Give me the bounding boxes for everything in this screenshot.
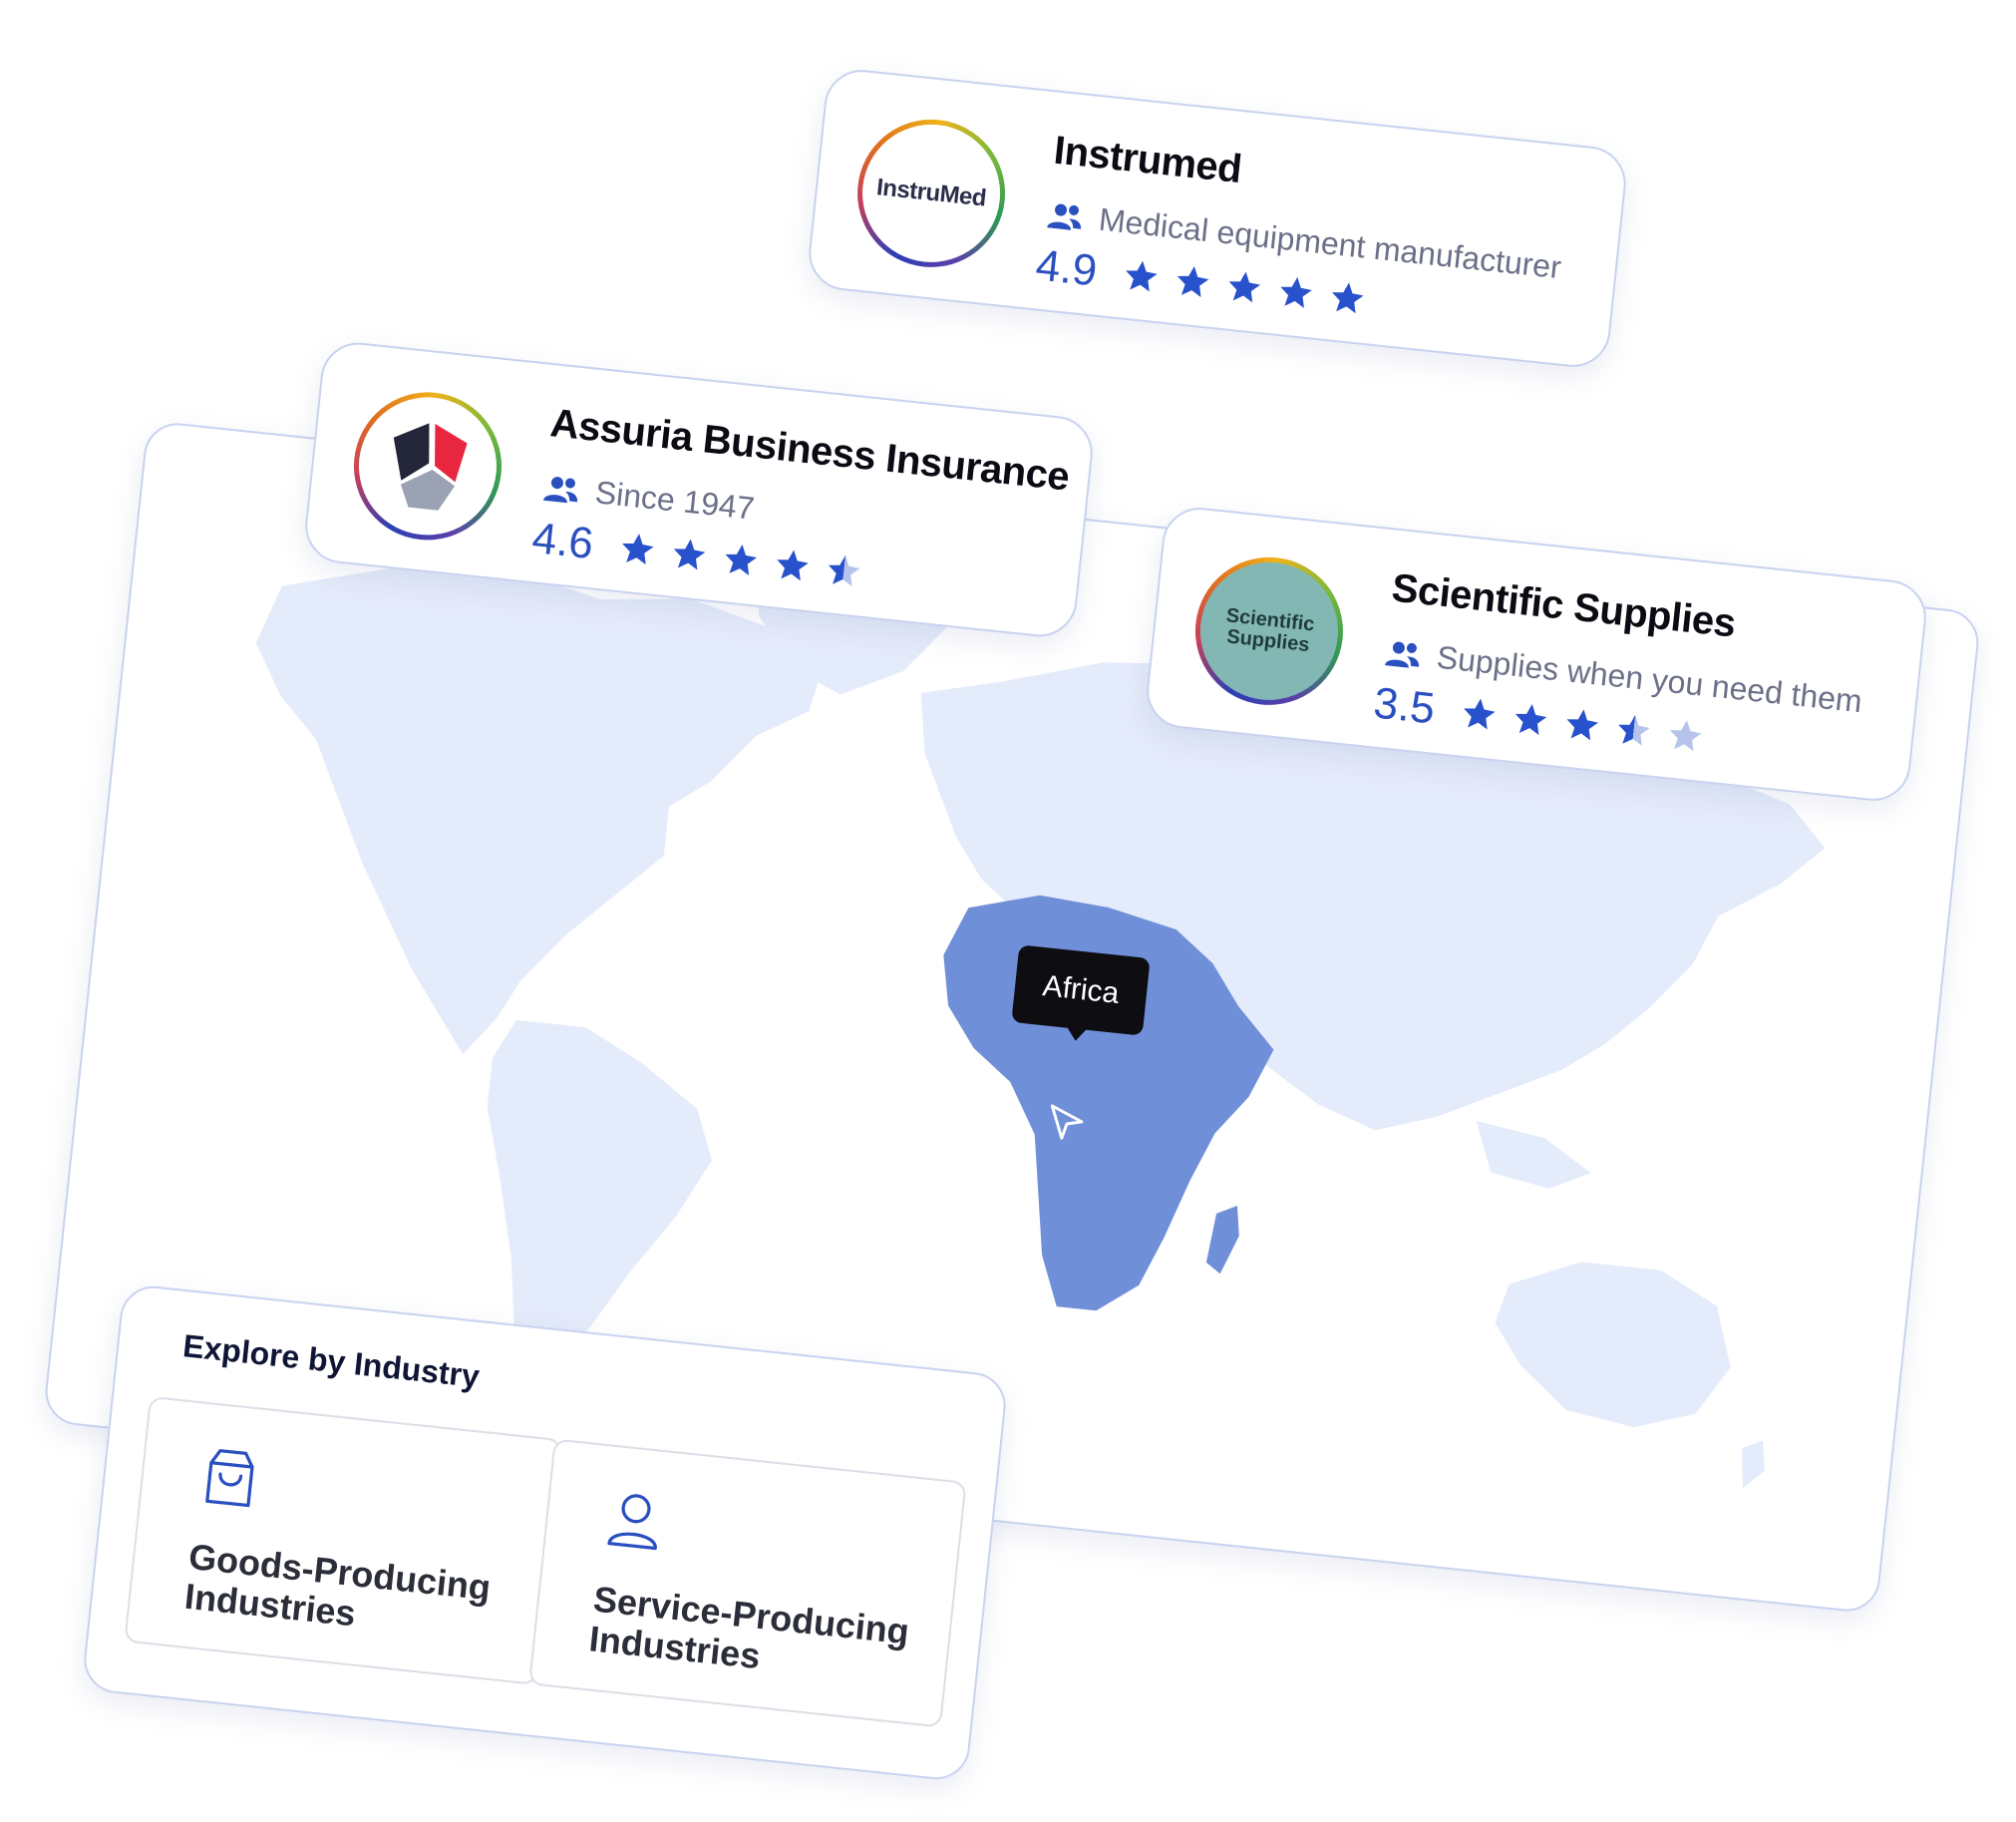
company-subtitle: Since 1947 bbox=[593, 474, 757, 527]
rating-value: 4.6 bbox=[529, 513, 596, 569]
company-logo-assuria bbox=[346, 385, 509, 547]
rating-stars bbox=[617, 529, 865, 592]
star-icon bbox=[1228, 271, 1261, 303]
region-new-zealand bbox=[1742, 1440, 1765, 1489]
star-icon bbox=[622, 534, 654, 565]
company-name: Instrumed bbox=[1051, 128, 1244, 192]
star-icon bbox=[1126, 260, 1158, 292]
star-icon bbox=[829, 554, 860, 586]
cursor-arrow-icon bbox=[1050, 1104, 1084, 1140]
users-icon bbox=[543, 476, 578, 503]
region-southeast-asia bbox=[1476, 1121, 1591, 1189]
star-icon bbox=[777, 549, 809, 581]
star-icon bbox=[1670, 720, 1702, 752]
star-icon bbox=[1566, 709, 1599, 741]
star-icon bbox=[1177, 266, 1209, 297]
logo-text: InstruMed bbox=[874, 174, 988, 212]
company-name: Scientific Supplies bbox=[1389, 565, 1738, 646]
rating-value: 4.9 bbox=[1033, 240, 1100, 296]
region-australia[interactable] bbox=[1486, 1254, 1740, 1437]
users-icon bbox=[1385, 641, 1420, 668]
assuria-logo-mark bbox=[393, 423, 468, 511]
star-icon bbox=[1618, 714, 1650, 746]
company-logo-scientific-supplies: Scientific Supplies bbox=[1187, 549, 1351, 713]
industry-card-goods-producing[interactable]: Goods-Producing Industries bbox=[124, 1395, 562, 1685]
tooltip-label: Africa bbox=[1041, 969, 1121, 1010]
region-madagascar bbox=[1205, 1206, 1239, 1275]
users-icon bbox=[1047, 203, 1082, 230]
explore-title: Explore by Industry bbox=[180, 1327, 482, 1395]
star-icon bbox=[1332, 282, 1364, 314]
user-icon bbox=[607, 1494, 657, 1551]
star-icon bbox=[1280, 276, 1312, 308]
star-icon bbox=[725, 545, 758, 575]
star-icon bbox=[1514, 704, 1547, 735]
shopping-bag-icon bbox=[205, 1449, 254, 1508]
industry-label: Goods-Producing Industries bbox=[182, 1535, 494, 1635]
rating-value: 3.5 bbox=[1371, 678, 1438, 734]
rating-stars bbox=[1121, 255, 1369, 319]
company-rating: 4.6 bbox=[529, 514, 865, 598]
rating-stars bbox=[1459, 693, 1707, 757]
industry-card-service-producing[interactable]: Service-Producing Industries bbox=[528, 1438, 967, 1728]
region-north-america[interactable] bbox=[215, 545, 831, 1088]
industry-label: Service-Producing Industries bbox=[587, 1578, 911, 1676]
company-card-instrumed[interactable]: InstruMed Instrumed Medical equipment ma… bbox=[805, 66, 1630, 371]
map-tooltip: Africa bbox=[1011, 944, 1151, 1036]
company-logo-instrumed: InstruMed bbox=[849, 112, 1013, 275]
star-icon bbox=[673, 539, 706, 570]
star-icon bbox=[1464, 698, 1496, 730]
